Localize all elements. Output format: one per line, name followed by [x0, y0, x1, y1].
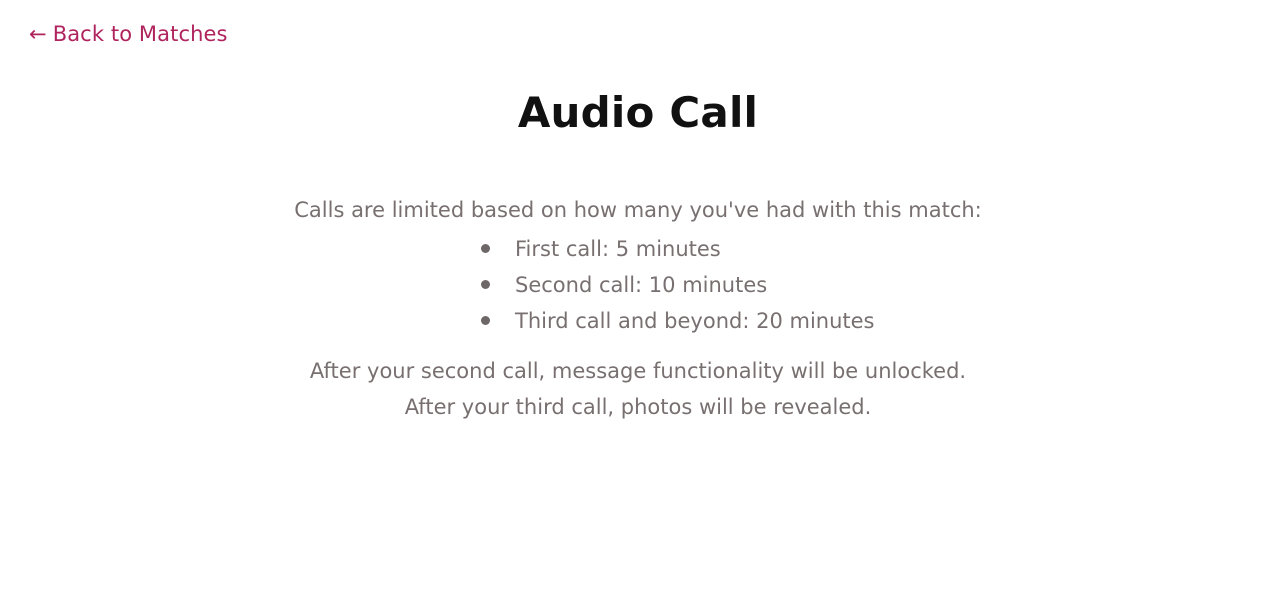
unlock-notes: After your second call, message function… — [0, 353, 1276, 425]
back-link-label: Back to Matches — [52, 22, 228, 46]
list-item: Second call: 10 minutes — [0, 267, 1276, 303]
page-title: Audio Call — [517, 88, 759, 137]
bullet-icon — [481, 280, 490, 289]
bullet-icon — [481, 244, 490, 253]
call-limit-third: Third call and beyond: 20 minutes — [515, 309, 875, 333]
list-item: Third call and beyond: 20 minutes — [0, 303, 1276, 339]
call-limit-first: First call: 5 minutes — [515, 237, 721, 261]
call-info-section: Calls are limited based on how many you'… — [0, 195, 1276, 425]
audio-call-page: ← Back to Matches Audio Call Calls are li… — [0, 0, 1276, 590]
back-to-matches-link[interactable]: ← Back to Matches — [29, 22, 228, 46]
call-limit-second: Second call: 10 minutes — [515, 273, 768, 297]
list-item: First call: 5 minutes — [0, 231, 1276, 267]
call-limits-list: First call: 5 minutes Second call: 10 mi… — [0, 231, 1276, 339]
photo-reveal-note: After your third call, photos will be re… — [404, 395, 872, 419]
message-unlock-note: After your second call, message function… — [309, 359, 967, 383]
call-limits-intro: Calls are limited based on how many you'… — [294, 198, 982, 222]
bullet-icon — [481, 316, 490, 325]
back-arrow-icon: ← — [29, 22, 47, 46]
